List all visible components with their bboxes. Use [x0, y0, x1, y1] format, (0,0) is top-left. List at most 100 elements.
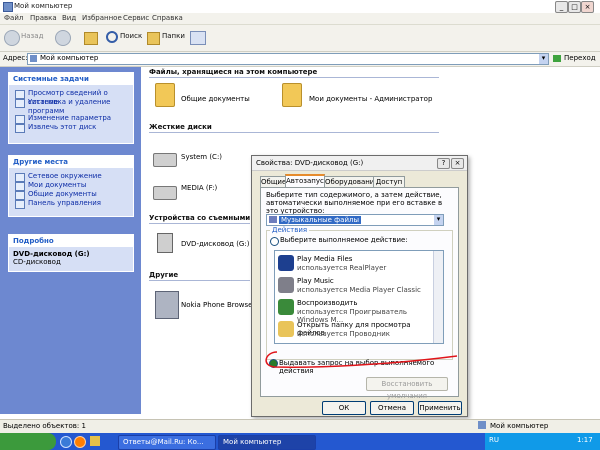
- dialog-titlebar: Свойства: DVD-дисковод (G:) ? ×: [252, 156, 467, 171]
- details-title[interactable]: Подробно: [9, 235, 133, 247]
- hdd-section-header: Жесткие диски: [149, 123, 212, 131]
- hard-drive-icon[interactable]: [153, 153, 177, 167]
- files-section-header: Файлы, хранящиеся на этом компьютере: [149, 68, 318, 76]
- section-divider: [149, 132, 439, 133]
- section-divider: [149, 77, 439, 78]
- toolbar: Назад Поиск Папки: [0, 25, 600, 52]
- folders-button[interactable]: Папки: [162, 32, 185, 40]
- folder-icon[interactable]: [282, 83, 302, 107]
- help-button[interactable]: ?: [437, 158, 450, 169]
- place-my-documents[interactable]: Мои документы: [9, 181, 133, 191]
- search-icon: [106, 31, 118, 43]
- menu-tools[interactable]: Сервис: [123, 14, 149, 22]
- folder-icon: [278, 321, 294, 337]
- chevron-down-icon[interactable]: ▾: [539, 54, 548, 64]
- status-selected: Выделено объектов: 1: [3, 422, 86, 430]
- details-name: DVD-дисковод (G:): [13, 250, 90, 258]
- system-tasks-panel: Системные задачи Просмотр сведений о сис…: [8, 72, 134, 144]
- place-shared-documents[interactable]: Общие документы: [9, 190, 133, 200]
- task-view-system-info[interactable]: Просмотр сведений о системе: [9, 89, 133, 106]
- start-button[interactable]: [0, 433, 56, 450]
- go-button[interactable]: Переход: [564, 54, 596, 62]
- dialog-close-button[interactable]: ×: [451, 158, 464, 169]
- drive-system-c[interactable]: System (C:): [181, 153, 222, 161]
- status-zone: Мой компьютер: [490, 422, 549, 430]
- address-value: Мой компьютер: [40, 54, 99, 62]
- folder-shared-documents[interactable]: Общие документы: [181, 95, 250, 103]
- details-panel: Подробно DVD-дисковод (G:) CD-дисковод: [8, 234, 134, 272]
- language-indicator[interactable]: RU: [489, 436, 499, 444]
- maximize-button[interactable]: □: [568, 1, 581, 13]
- address-input[interactable]: Мой компьютер ▾: [27, 53, 549, 65]
- folder-my-documents[interactable]: Мои документы - Администратор: [309, 95, 432, 103]
- content-type-value: Музыкальные файлы: [279, 216, 362, 224]
- search-button[interactable]: Поиск: [120, 32, 142, 40]
- nokia-phone-browser[interactable]: Nokia Phone Browser: [181, 301, 255, 309]
- other-places-title[interactable]: Другие места: [9, 156, 133, 168]
- quick-launch-icon[interactable]: [60, 436, 72, 448]
- go-arrow-icon[interactable]: [553, 55, 561, 62]
- window-titlebar: Мой компьютер _ □ ×: [0, 0, 600, 13]
- section-divider: [149, 280, 250, 281]
- action-open-folder[interactable]: Открыть папку для просмотра файлов испол…: [278, 319, 430, 341]
- up-folder-icon[interactable]: [84, 32, 98, 45]
- media-player-classic-icon: [278, 277, 294, 293]
- action-play-wmp[interactable]: Воспроизводить используется Проигрывател…: [278, 297, 430, 324]
- content-type-select[interactable]: Музыкальные файлы ▾: [266, 214, 444, 226]
- folder-icon[interactable]: [155, 83, 175, 107]
- computer-icon: [478, 421, 486, 429]
- hard-drive-icon[interactable]: [153, 186, 177, 200]
- task-change-setting[interactable]: Изменение параметра: [9, 114, 133, 124]
- taskbar-task-mail[interactable]: Ответы@Mail.Ru: Ко...: [118, 435, 216, 450]
- task-eject-disk[interactable]: Извлечь этот диск: [9, 123, 133, 133]
- menu-file[interactable]: Файл: [4, 14, 23, 22]
- action-play-music[interactable]: Play Music используется Media Player Cla…: [278, 275, 430, 297]
- system-tasks-title[interactable]: Системные задачи: [9, 73, 133, 85]
- window-title: Мой компьютер: [14, 2, 73, 10]
- restore-defaults-button[interactable]: Восстановить умолчания: [366, 377, 448, 400]
- browser-icon[interactable]: [74, 436, 86, 448]
- chevron-down-icon[interactable]: ▾: [434, 215, 443, 225]
- address-bar: Адрес: Мой компьютер ▾ Переход: [0, 52, 600, 67]
- minimize-button[interactable]: _: [555, 1, 568, 13]
- phone-browser-icon[interactable]: [155, 291, 179, 319]
- cancel-button[interactable]: Отмена: [370, 401, 414, 415]
- actions-listbox[interactable]: Play Media Files используется RealPlayer…: [274, 250, 444, 344]
- address-label: Адрес:: [3, 54, 28, 62]
- folder-icon[interactable]: [90, 436, 100, 446]
- back-arrow-icon[interactable]: [4, 30, 20, 46]
- apply-button[interactable]: Применить: [418, 401, 462, 415]
- menu-help[interactable]: Справка: [152, 14, 183, 22]
- forward-arrow-icon[interactable]: [55, 30, 71, 46]
- folders-icon: [147, 32, 160, 45]
- windows-media-player-icon: [278, 299, 294, 315]
- tab-general[interactable]: Общие: [260, 176, 286, 187]
- listbox-scrollbar[interactable]: [433, 251, 443, 343]
- close-button[interactable]: ×: [581, 1, 594, 13]
- task-add-remove-programs[interactable]: Установка и удаление программ: [9, 98, 133, 115]
- computer-icon: [30, 55, 37, 62]
- ok-button[interactable]: ОК: [322, 401, 366, 415]
- system-tray: RU 1:17: [485, 433, 600, 450]
- music-icon: [269, 216, 277, 223]
- tab-hardware[interactable]: Оборудование: [324, 176, 379, 187]
- place-control-panel[interactable]: Панель управления: [9, 199, 133, 209]
- menu-view[interactable]: Вид: [62, 14, 76, 22]
- tab-sharing[interactable]: Доступ: [373, 176, 405, 187]
- menu-favorites[interactable]: Избранное: [82, 14, 122, 22]
- select-action-label[interactable]: Выберите выполняемое действие:: [280, 236, 408, 244]
- dvd-drive-icon[interactable]: [157, 233, 173, 253]
- back-button[interactable]: Назад: [21, 32, 43, 40]
- actions-group-label: Действия: [270, 226, 310, 234]
- properties-dialog: Свойства: DVD-дисковод (G:) ? × Общие Ав…: [251, 155, 468, 417]
- drive-dvd-g[interactable]: DVD-дисковод (G:): [181, 240, 249, 248]
- select-action-radio[interactable]: [270, 237, 279, 246]
- place-network[interactable]: Сетевое окружение: [9, 172, 133, 182]
- clock: 1:17: [577, 436, 593, 444]
- action-play-media-files[interactable]: Play Media Files используется RealPlayer: [278, 253, 430, 275]
- taskbar-task-my-computer[interactable]: Мой компьютер: [218, 435, 316, 450]
- drive-media-f[interactable]: MEDIA (F:): [181, 184, 217, 192]
- autoplay-description: Выберите тип содержимого, а затем действ…: [266, 191, 443, 215]
- views-icon[interactable]: [190, 31, 206, 45]
- menu-edit[interactable]: Правка: [30, 14, 57, 22]
